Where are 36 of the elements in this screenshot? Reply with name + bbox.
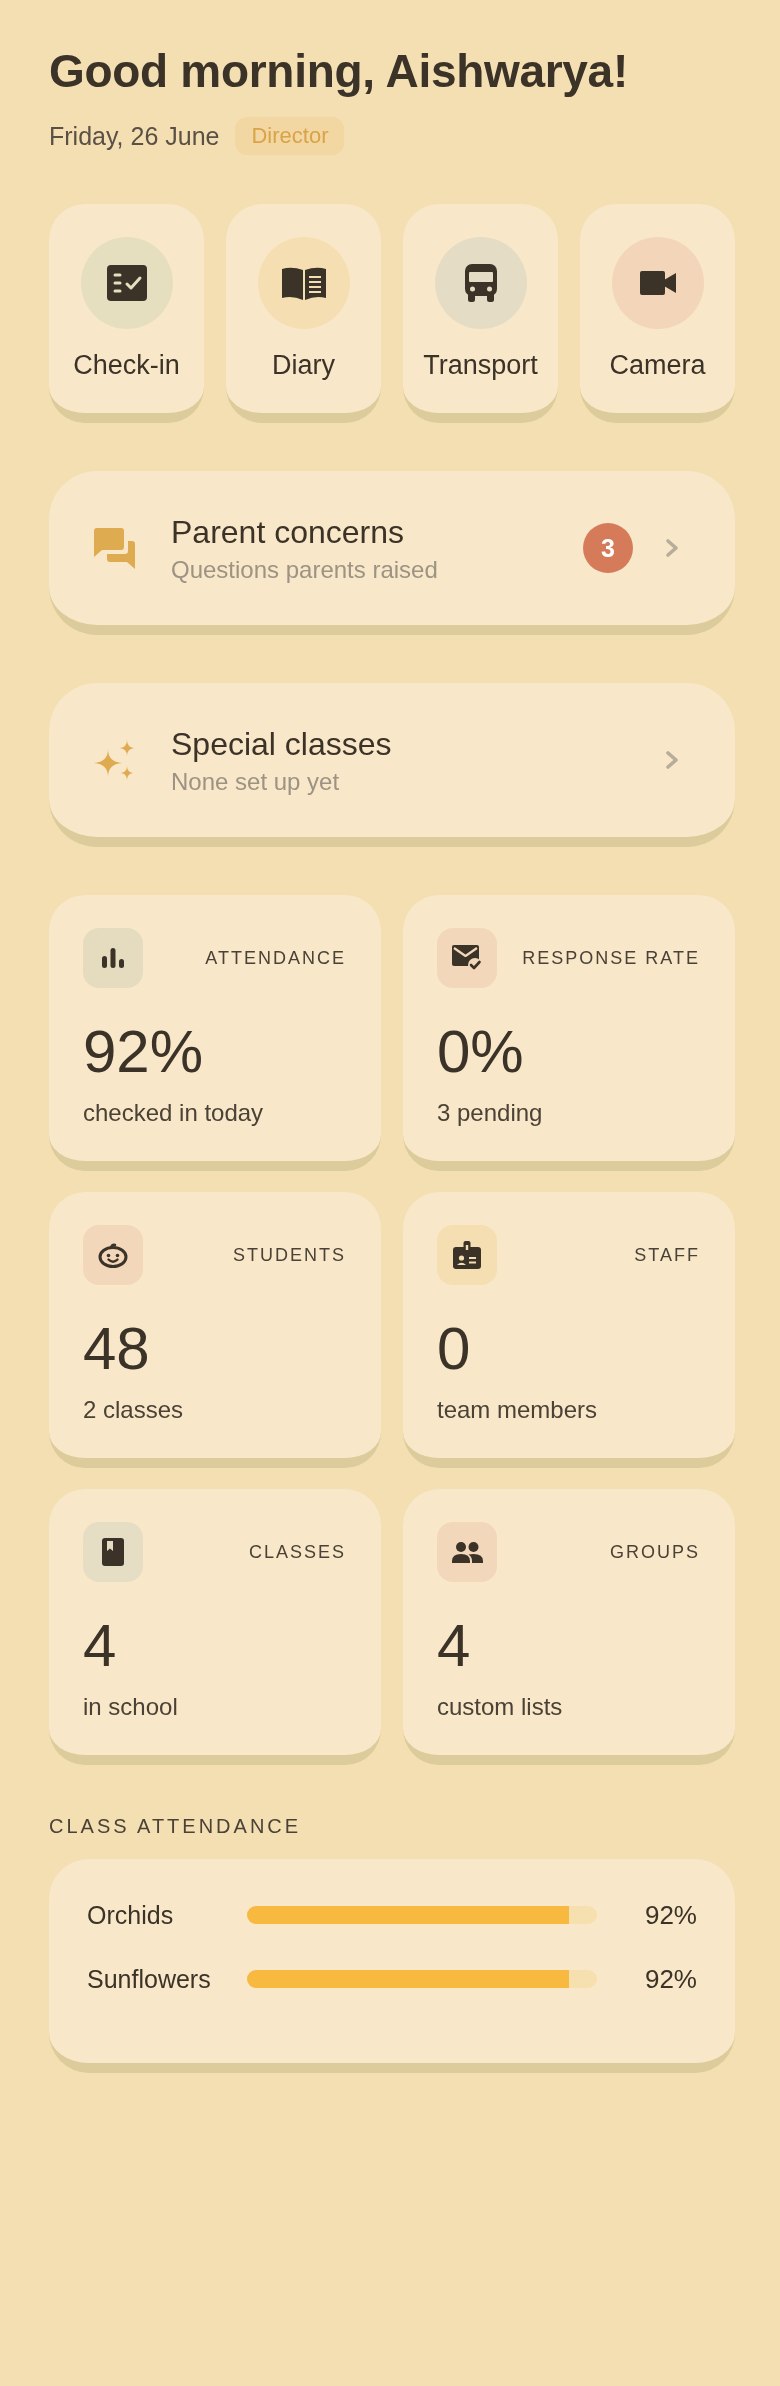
class-name: Orchids xyxy=(87,1900,175,1930)
stat-caption: custom lists xyxy=(437,1692,564,1721)
stat-label: ATTENDANCE xyxy=(205,947,346,969)
percent-reading: 92% xyxy=(644,1964,697,1994)
chat-bubbles-icon xyxy=(94,527,135,569)
stat-label: STAFF xyxy=(634,1244,700,1266)
date-text: Friday, 26 June xyxy=(49,121,220,151)
stat-value: 4 xyxy=(83,1616,118,1676)
quick-action-button[interactable]: Check-in xyxy=(49,204,204,423)
stat-value: 48 xyxy=(83,1319,151,1379)
section-heading: CLASS ATTENDANCE xyxy=(49,1814,303,1838)
stat-caption: checked in today xyxy=(83,1098,265,1127)
stat-value: 92% xyxy=(83,1022,205,1082)
percent-reading: 92% xyxy=(644,1900,697,1930)
stat-value: 0% xyxy=(437,1022,525,1082)
quick-action-button[interactable]: Camera xyxy=(580,204,735,423)
greeting-title: Good morning, Aishwarya! xyxy=(49,44,628,99)
role-tag: Director xyxy=(235,117,345,155)
nav-card[interactable]: Parent concerns Questions parents raised 3 xyxy=(49,471,735,635)
stat-caption: 3 pending xyxy=(437,1098,544,1127)
class-name: Sunflowers xyxy=(87,1964,212,1994)
stat-value: 4 xyxy=(437,1616,472,1676)
stat-caption: in school xyxy=(83,1692,179,1721)
stat-label: STUDENTS xyxy=(233,1244,346,1266)
quick-action-button[interactable]: Transport xyxy=(403,204,558,423)
stat-label: RESPONSE RATE xyxy=(522,947,700,969)
chevron-right-icon xyxy=(665,538,679,558)
nav-card[interactable]: Special classes None set up yet xyxy=(49,683,735,847)
stat-value: 0 xyxy=(437,1319,472,1379)
stat-caption: team members xyxy=(437,1395,599,1424)
count-badge: 3 xyxy=(583,523,633,573)
stat-label: CLASSES xyxy=(248,1541,346,1563)
stat-label: GROUPS xyxy=(610,1541,700,1563)
stat-caption: 2 classes xyxy=(83,1395,185,1424)
quick-action-button[interactable]: Diary xyxy=(226,204,381,423)
chevron-right-icon xyxy=(665,750,679,770)
